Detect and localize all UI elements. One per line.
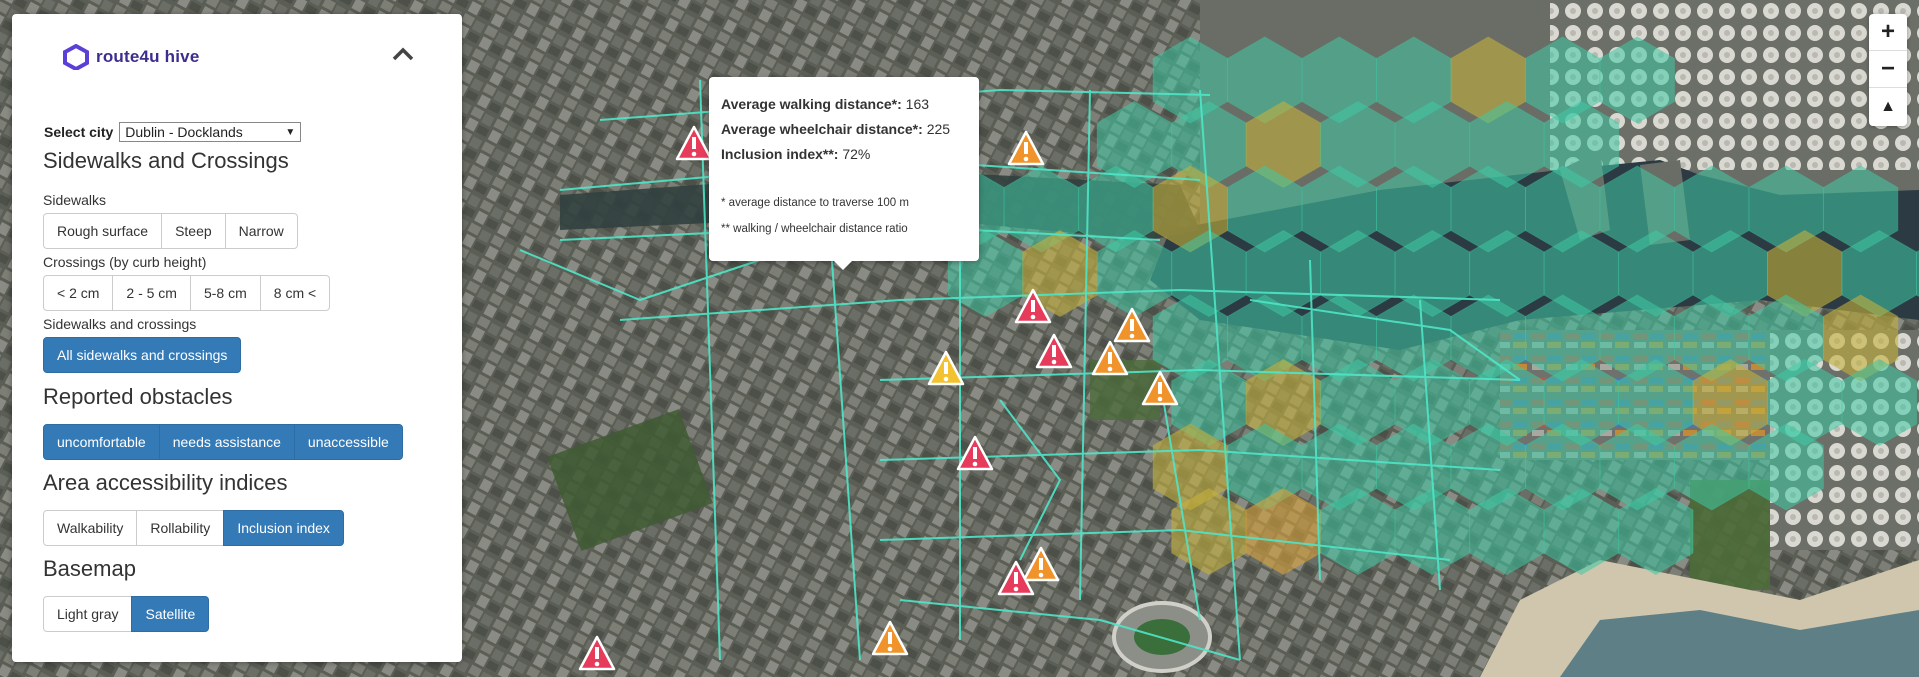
curb-5-8cm-button[interactable]: 5-8 cm [189,275,261,311]
reset-bearing-button[interactable]: ▲ [1869,88,1907,125]
city-select-value: Dublin - Docklands [125,124,243,140]
curb-lt-2cm-button[interactable]: < 2 cm [43,275,114,311]
inclusion-index-value: 72% [842,146,871,162]
collapse-panel-button[interactable] [388,42,418,66]
compass-icon: ▲ [1880,97,1896,115]
wheelchair-distance-label: Average wheelchair distance*: [721,121,923,137]
steep-button[interactable]: Steep [161,213,226,249]
rollability-button[interactable]: Rollability [136,510,225,546]
curb-gt-8cm-button[interactable]: 8 cm < [259,275,331,311]
basemap-heading: Basemap [43,556,136,581]
popup-wheelchair-distance: Average wheelchair distance*: 225 [721,121,950,137]
city-label: Select city [44,124,114,140]
walkability-button[interactable]: Walkability [43,510,138,546]
control-panel: route4u hive Select city Dublin - Dockla… [12,14,462,662]
chevron-up-icon [392,47,414,61]
unaccessible-button[interactable]: unaccessible [293,424,403,460]
obstacles-button-group: uncomfortable needs assistance unaccessi… [43,424,403,460]
reported-obstacles-heading: Reported obstacles [43,384,233,409]
city-selector: Select city Dublin - Docklands ▼ [44,122,302,142]
inclusion-index-button[interactable]: Inclusion index [223,510,344,546]
app-logo-text: route4u hive [96,47,200,66]
zoom-in-button[interactable]: + [1869,14,1907,51]
walking-distance-value: 163 [905,96,930,112]
dropdown-arrow-icon: ▼ [285,126,296,138]
popup-tail [833,260,853,270]
city-select[interactable]: Dublin - Docklands ▼ [119,122,302,142]
map-zoom-controls: + − ▲ [1869,14,1907,126]
accessibility-indices-heading: Area accessibility indices [43,470,288,495]
popup-footnote-2: ** walking / wheelchair distance ratio [721,223,908,235]
curb-2-5cm-button[interactable]: 2 - 5 cm [112,275,191,311]
basemap-button-group: Light gray Satellite [43,596,210,632]
app-logo[interactable]: route4u hive [62,44,199,70]
all-sidewalks-button-group: All sidewalks and crossings [43,337,242,373]
hex-info-popup: Average walking distance*: 163 Average w… [709,77,979,270]
hive-logo-icon [63,44,89,70]
sidewalks-crossings-heading: Sidewalks and Crossings [43,148,289,173]
popup-footnote-1: * average distance to traverse 100 m [721,197,909,209]
inclusion-index-label: Inclusion index**: [721,146,839,162]
sidewalks-label: Sidewalks [43,192,107,208]
rough-surface-button[interactable]: Rough surface [43,213,163,249]
crossings-button-group: < 2 cm 2 - 5 cm 5-8 cm 8 cm < [43,275,331,311]
walking-distance-label: Average walking distance*: [721,96,902,112]
zoom-out-button[interactable]: − [1869,51,1907,88]
popup-walking-distance: Average walking distance*: 163 [721,96,929,112]
sidewalks-button-group: Rough surface Steep Narrow [43,213,298,249]
uncomfortable-button[interactable]: uncomfortable [43,424,160,460]
all-sidewalks-crossings-button[interactable]: All sidewalks and crossings [43,337,242,373]
satellite-button[interactable]: Satellite [131,596,210,632]
wheelchair-distance-value: 225 [926,121,951,137]
indices-button-group: Walkability Rollability Inclusion index [43,510,344,546]
narrow-button[interactable]: Narrow [224,213,298,249]
needs-assistance-button[interactable]: needs assistance [158,424,295,460]
crossings-label: Crossings (by curb height) [43,254,207,270]
popup-inclusion-index: Inclusion index**: 72% [721,146,870,162]
light-gray-button[interactable]: Light gray [43,596,133,632]
sidewalks-and-crossings-label: Sidewalks and crossings [43,316,197,332]
